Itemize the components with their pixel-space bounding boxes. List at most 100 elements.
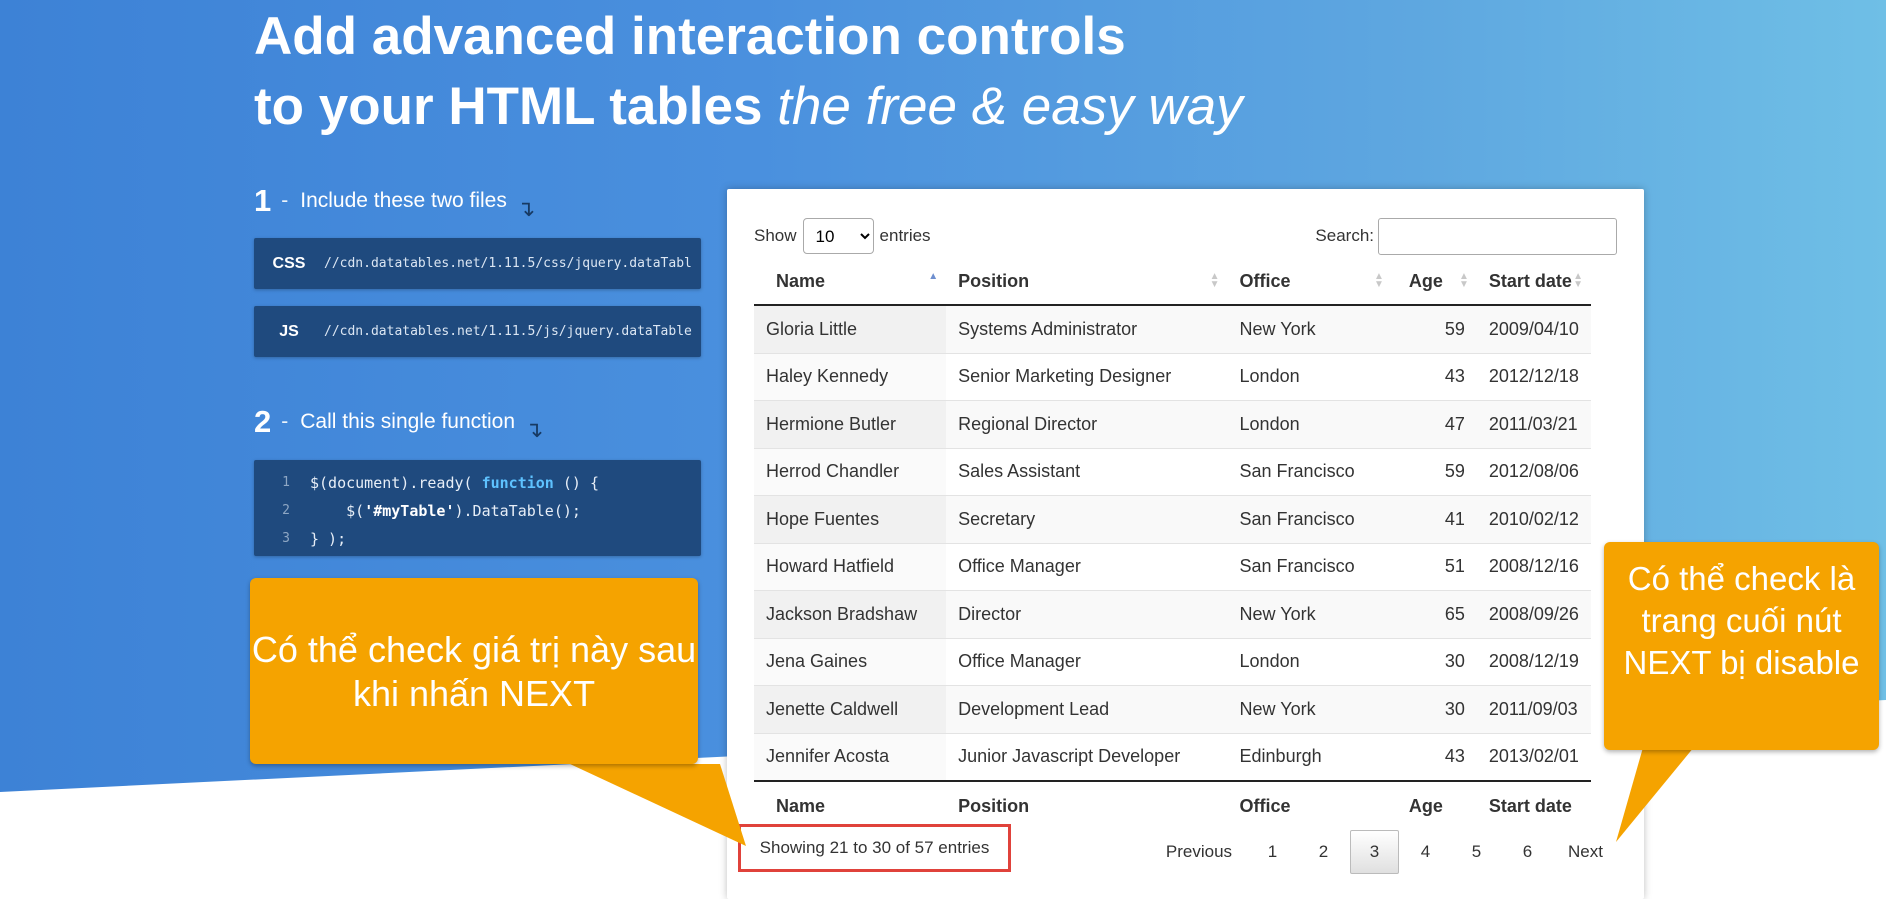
cell-position: Office Manager [946,638,1228,686]
table-header-row: Name ▲ Position ▲ ▼ Office ▲ ▼ Age ▲ ▼ Start da… [754,259,1591,306]
arrow-down-icon: ↴ [516,196,536,221]
cell-office: New York [1227,590,1392,639]
cell-position: Secretary [946,495,1228,544]
cell-start-date: 2012/12/18 [1476,353,1591,401]
footer-header-name: Name [754,780,947,830]
page-button-6[interactable]: 6 [1503,830,1552,874]
cell-name: Hermione Butler [754,400,947,449]
cell-position: Junior Javascript Developer [946,733,1228,782]
entries-label: entries [879,226,931,245]
cell-start-date: 2009/04/10 [1476,305,1591,354]
cell-position: Development Lead [946,685,1228,734]
callout-left: Có thể check giá trị này sau khi nhấn NE… [250,578,698,764]
show-label: Show [754,226,797,245]
cell-position: Sales Assistant [946,448,1228,496]
header-label: Start date [1488,271,1572,291]
headline-line2-italic: the free & easy way [777,77,1243,136]
table-row[interactable]: Jennifer Acosta Junior Javascript Develop… [754,733,1591,782]
search-control: Search: [1315,217,1617,255]
table-row[interactable]: Howard Hatfield Office Manager San Francis… [754,543,1591,591]
page-button-1[interactable]: 1 [1248,830,1297,874]
cell-name: Hope Fuentes [754,495,947,544]
sort-asc-icon: ▲ [928,271,939,282]
step-dash: - [281,410,289,433]
table-row[interactable]: Hermione Butler Regional Director London 47… [754,400,1591,449]
page-headline: Add advanced interaction controls to you… [254,2,1243,142]
search-input[interactable] [1378,217,1617,255]
table-controls: Show 10 entries Search: [754,217,1617,255]
step-2-heading: 2 - Call this single function ↴ [254,404,544,442]
cell-position: Director [946,590,1228,639]
step-number: 2 [254,404,272,439]
cell-name: Jenette Caldwell [754,685,947,734]
table-info-text: Showing 21 to 30 of 57 entries [759,838,990,857]
cell-office: New York [1227,305,1392,354]
code-line: 2 $('#myTable').DataTable(); [254,497,701,525]
line-number: 1 [282,475,290,490]
cell-office: London [1227,638,1392,686]
header-label: Age [1408,271,1443,291]
code-text: ).DataTable(); [454,502,581,520]
cell-age: 41 [1391,495,1477,544]
column-header-office[interactable]: Office ▲ ▼ [1227,259,1392,306]
page-button-4[interactable]: 4 [1401,830,1450,874]
cell-start-date: 2011/09/03 [1476,685,1591,734]
code-string: '#myTable' [364,502,455,520]
code-snippet-box[interactable]: 1 $(document).ready( function () { 2 $('… [254,460,701,556]
pagination: Previous 1 2 3 4 5 6 Next [1150,830,1617,874]
code-text: $( [310,502,365,520]
page-button-3-current[interactable]: 3 [1350,830,1400,874]
footer-header-position: Position [946,780,1228,830]
footer-header-office: Office [1227,780,1392,830]
column-header-age[interactable]: Age ▲ ▼ [1391,259,1477,306]
callout-left-text: Có thể check giá trị này sau khi nhấn NE… [251,629,697,714]
cell-name: Jena Gaines [754,638,947,686]
file-url[interactable]: //cdn.datatables.net/1.11.5/js/jquery.da… [324,324,692,339]
cell-start-date: 2008/12/19 [1476,638,1591,686]
previous-button[interactable]: Previous [1152,830,1246,874]
cell-start-date: 2012/08/06 [1476,448,1591,496]
table-row[interactable]: Haley Kennedy Senior Marketing Designer Lo… [754,353,1591,401]
code-keyword: function [481,474,554,492]
page-button-2[interactable]: 2 [1299,830,1348,874]
step-text: Include these two files [300,189,507,212]
cell-start-date: 2008/12/16 [1476,543,1591,591]
step-text: Call this single function [300,410,516,433]
table-row[interactable]: Gloria Little Systems Administrator New Yo… [754,305,1591,354]
table-row[interactable]: Jackson Bradshaw Director New York 65 2008/0… [754,590,1591,639]
step-number: 1 [254,183,272,218]
header-label: Name [776,271,826,291]
cell-age: 59 [1391,448,1477,496]
column-header-name[interactable]: Name ▲ [754,259,947,306]
cell-start-date: 2008/09/26 [1476,590,1591,639]
js-file-box[interactable]: JS //cdn.datatables.net/1.11.5/js/jquery… [254,306,701,357]
step-1-heading: 1 - Include these two files ↴ [254,183,536,221]
page-length-control: Show 10 entries [754,218,931,254]
page-length-select[interactable]: 10 [802,218,874,254]
css-file-box[interactable]: CSS //cdn.datatables.net/1.11.5/css/jque… [254,238,701,289]
table-row[interactable]: Hope Fuentes Secretary San Francisco 41 2010… [754,495,1591,544]
headline-line2-bold: to your HTML tables [254,77,763,136]
header-label: Office [1239,271,1291,291]
footer-header-age: Age [1391,780,1477,830]
cell-age: 47 [1391,400,1477,449]
arrow-down-icon: ↴ [525,417,544,442]
cell-position: Regional Director [946,400,1228,449]
table-row[interactable]: Jenette Caldwell Development Lead New York… [754,685,1591,734]
file-url[interactable]: //cdn.datatables.net/1.11.5/css/jquery.d… [324,256,692,271]
file-lang-label: JS [279,322,299,340]
table-row[interactable]: Jena Gaines Office Manager London 30 2008/12… [754,638,1591,686]
page-button-5[interactable]: 5 [1452,830,1501,874]
sort-icon: ▲ ▼ [1458,271,1469,290]
column-header-position[interactable]: Position ▲ ▼ [946,259,1228,306]
data-table: Name ▲ Position ▲ ▼ Office ▲ ▼ Age ▲ ▼ Start da… [754,259,1591,830]
cell-name: Haley Kennedy [754,353,947,401]
cell-position: Systems Administrator [946,305,1228,354]
column-header-start-date[interactable]: Start date ▲ ▼ [1476,259,1591,306]
code-text: $(document).ready( [310,474,482,492]
cell-start-date: 2011/03/21 [1476,400,1591,449]
table-row[interactable]: Herrod Chandler Sales Assistant San Franci… [754,448,1591,496]
callout-right: Có thể check là trang cuối nút NEXT bị d… [1604,542,1879,750]
code-text: () { [553,474,599,492]
header-label: Position [958,271,1030,291]
